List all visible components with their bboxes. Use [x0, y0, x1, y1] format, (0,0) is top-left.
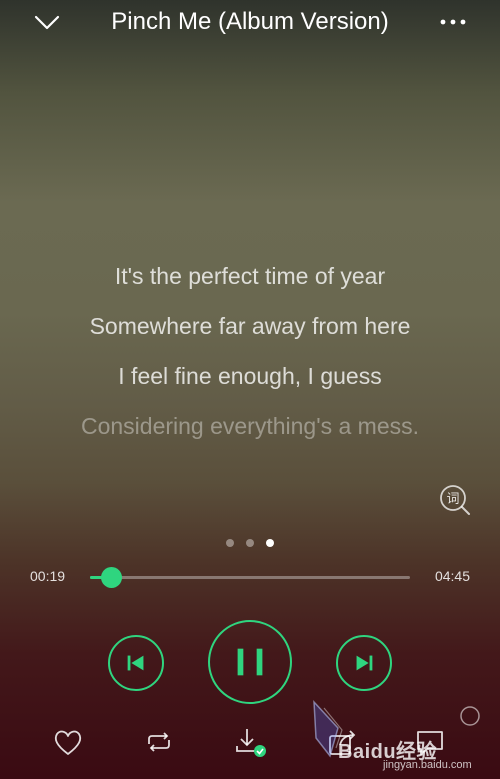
- chevron-down-icon[interactable]: [30, 6, 64, 40]
- skip-next-icon: [356, 655, 373, 671]
- page-dot[interactable]: [226, 539, 234, 547]
- page-dot[interactable]: [246, 539, 254, 547]
- lyrics-panel: It's the perfect time of year Somewhere …: [0, 258, 500, 458]
- progress-slider[interactable]: [90, 567, 410, 588]
- progress-thumb[interactable]: [101, 567, 123, 588]
- elapsed-time: 00:19: [30, 568, 66, 584]
- page-dot-active[interactable]: [266, 539, 274, 547]
- pause-button[interactable]: [208, 620, 292, 704]
- download-done-icon[interactable]: [232, 724, 268, 760]
- lyric-line-upcoming: Considering everything's a mess.: [80, 413, 420, 439]
- total-time: 04:45: [434, 568, 470, 584]
- lyric-line: It's the perfect time of year: [114, 263, 386, 289]
- repeat-icon[interactable]: [141, 724, 177, 760]
- page-indicator[interactable]: [222, 538, 278, 550]
- skip-previous-icon: [127, 655, 144, 671]
- player-header: Pinch Me (Album Version): [0, 0, 500, 46]
- more-dots-icon[interactable]: [436, 8, 470, 38]
- pause-icon: [237, 648, 263, 676]
- lyric-button-label: 词: [446, 492, 459, 507]
- heart-icon[interactable]: [50, 724, 86, 760]
- lyrics-search-icon[interactable]: 词: [437, 482, 473, 518]
- song-title: Pinch Me (Album Version): [111, 8, 389, 35]
- lyric-line: I feel fine enough, I guess: [118, 363, 382, 389]
- lyric-line: Somewhere far away from here: [89, 313, 411, 339]
- next-button[interactable]: [336, 635, 392, 691]
- watermark-url: jingyan.baidu.com: [383, 759, 472, 771]
- previous-button[interactable]: [108, 635, 164, 691]
